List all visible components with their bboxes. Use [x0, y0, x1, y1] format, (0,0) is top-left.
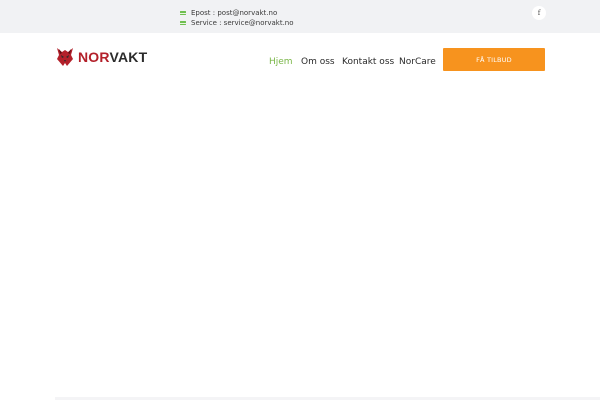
nav-item-kontakt-oss[interactable]: Kontakt oss — [342, 57, 394, 67]
logo-wordmark: NORVAKT — [78, 50, 147, 64]
site-header: NORVAKT Hjem Om oss Kontakt oss NorCare … — [0, 33, 600, 85]
nav-item-om-oss[interactable]: Om oss — [301, 57, 335, 67]
nav-item-norcare[interactable]: NorCare — [399, 57, 436, 67]
site-logo[interactable]: NORVAKT — [55, 46, 147, 68]
facebook-icon: f — [537, 9, 541, 17]
logo-text-vakt: VAKT — [109, 49, 148, 65]
envelope-icon — [180, 21, 186, 25]
top-bar: Epost : post@norvakt.no Service : servic… — [0, 0, 600, 33]
email-contact[interactable]: Epost : post@norvakt.no — [180, 9, 277, 17]
envelope-icon — [180, 11, 186, 15]
service-email-text: Service : service@norvakt.no — [191, 19, 294, 27]
logo-text-nor: NOR — [78, 49, 110, 65]
service-contact[interactable]: Service : service@norvakt.no — [180, 19, 294, 27]
email-text: Epost : post@norvakt.no — [191, 9, 278, 17]
nav-item-hjem[interactable]: Hjem — [269, 57, 293, 67]
facebook-button[interactable]: f — [532, 6, 546, 20]
wolf-head-icon — [57, 48, 73, 66]
get-quote-button[interactable]: FÅ TILBUD — [443, 48, 545, 71]
